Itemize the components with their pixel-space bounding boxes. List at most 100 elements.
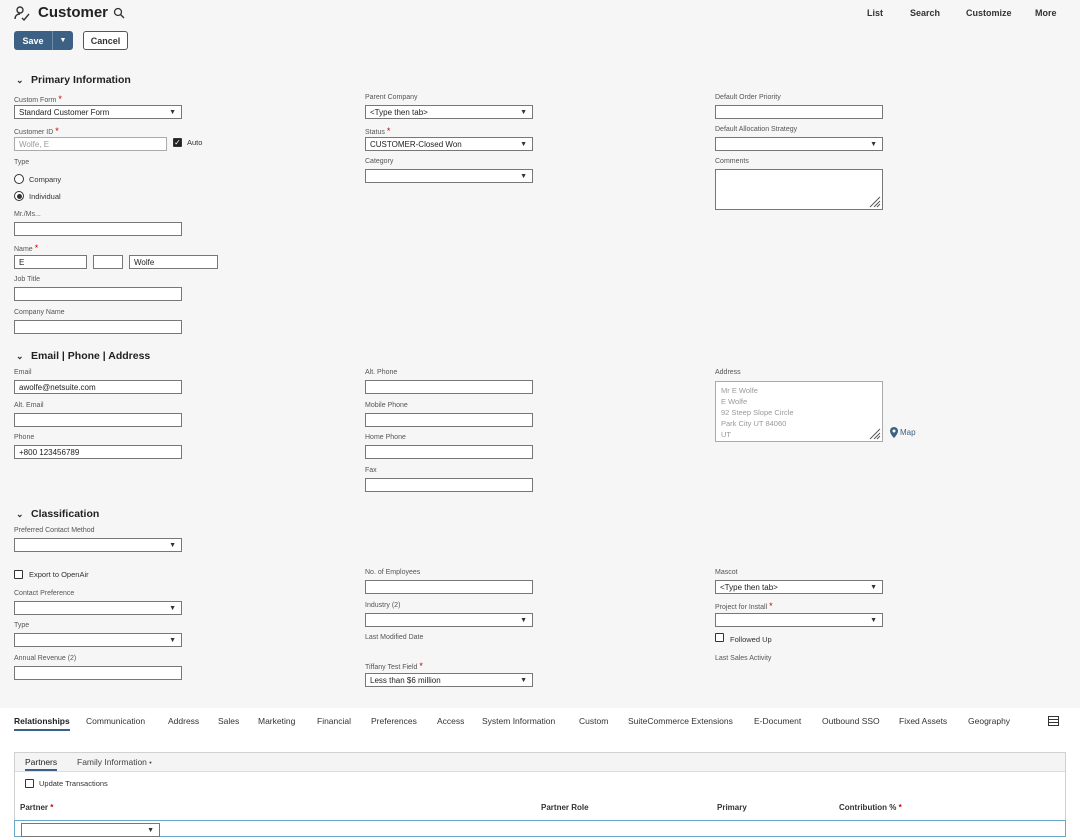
last-modified-label: Last Modified Date: [365, 634, 424, 641]
section-classification-title[interactable]: Classification: [31, 508, 99, 520]
mobile-phone-input[interactable]: [365, 413, 533, 427]
home-phone-input[interactable]: [365, 445, 533, 459]
type-company-radio[interactable]: [14, 174, 24, 184]
column-contribution: Contribution % *: [839, 803, 902, 812]
search-icon[interactable]: [113, 7, 125, 19]
last-sales-label: Last Sales Activity: [715, 655, 772, 662]
fax-label: Fax: [365, 467, 377, 474]
default-allocation-label: Default Allocation Strategy: [715, 126, 798, 133]
tab-preferences[interactable]: Preferences: [371, 716, 417, 726]
tab-layout-icon[interactable]: [1048, 716, 1059, 728]
default-order-priority-input[interactable]: [715, 105, 883, 119]
annual-revenue-label: Annual Revenue (2): [14, 655, 77, 662]
tab-marketing[interactable]: Marketing: [258, 716, 295, 726]
tab-suitecommerce-extensions[interactable]: SuiteCommerce Extensions: [628, 716, 733, 726]
salutation-input[interactable]: [14, 222, 182, 236]
followed-up-checkbox[interactable]: [715, 633, 724, 642]
save-options-dropdown[interactable]: ▼: [52, 31, 73, 50]
first-name-input[interactable]: E: [14, 255, 87, 269]
partner-select[interactable]: ▼: [21, 823, 160, 837]
cancel-button[interactable]: Cancel: [83, 31, 128, 50]
collapse-primary-icon[interactable]: ⌄: [16, 75, 24, 86]
collapse-contact-icon[interactable]: ⌄: [16, 351, 24, 362]
save-button[interactable]: Save: [14, 31, 52, 50]
email-input[interactable]: awolfe@netsuite.com: [14, 380, 182, 394]
tab-custom[interactable]: Custom: [579, 716, 608, 726]
fax-input[interactable]: [365, 478, 533, 492]
custom-form-select[interactable]: Standard Customer Form ▼: [14, 105, 182, 119]
last-name-input[interactable]: Wolfe: [129, 255, 218, 269]
update-transactions-checkbox[interactable]: [25, 779, 34, 788]
company-name-input[interactable]: [14, 320, 182, 334]
status-label: Status *: [365, 126, 391, 136]
chevron-down-icon: ▼: [147, 827, 154, 834]
tab-geography[interactable]: Geography: [968, 716, 1010, 726]
middle-name-input[interactable]: [93, 255, 123, 269]
tab-communication[interactable]: Communication: [86, 716, 145, 726]
alt-phone-label: Alt. Phone: [365, 369, 398, 376]
export-openair-checkbox[interactable]: [14, 570, 23, 579]
chevron-down-icon: ▼: [169, 109, 176, 116]
auto-checkbox[interactable]: ✓: [173, 138, 182, 147]
subtab-family-information[interactable]: Family Information •: [77, 757, 152, 767]
preferred-contact-select[interactable]: ▼: [14, 538, 182, 552]
tab-relationships[interactable]: Relationships: [14, 716, 70, 731]
address-line: 92 Steep Slope Circle: [721, 408, 794, 417]
mascot-select[interactable]: <Type then tab> ▼: [715, 580, 883, 594]
project-install-label: Project for Install *: [715, 601, 773, 611]
tab-address[interactable]: Address: [168, 716, 199, 726]
email-label: Email: [14, 369, 32, 376]
partner-edit-row[interactable]: [14, 820, 1066, 837]
alt-email-label: Alt. Email: [14, 402, 44, 409]
parent-company-label: Parent Company: [365, 94, 418, 101]
home-phone-label: Home Phone: [365, 434, 406, 441]
chevron-down-icon: ▼: [520, 677, 527, 684]
classification-type-label: Type: [14, 622, 30, 629]
address-textarea[interactable]: Mr E Wolfe E Wolfe 92 Steep Slope Circle…: [715, 381, 883, 442]
default-allocation-select[interactable]: ▼: [715, 137, 883, 151]
contact-preference-select[interactable]: ▼: [14, 601, 182, 615]
category-select[interactable]: ▼: [365, 169, 533, 183]
tiffany-label: Tiffany Test Field *: [365, 661, 423, 671]
annual-revenue-input[interactable]: [14, 666, 182, 680]
tiffany-select[interactable]: Less than $6 million ▼: [365, 673, 533, 687]
tab-financial[interactable]: Financial: [317, 716, 351, 726]
chevron-down-icon: ▼: [870, 141, 877, 148]
chevron-down-icon: ▼: [520, 109, 527, 116]
nav-list-link[interactable]: List: [867, 8, 883, 18]
tab-system-information[interactable]: System Information: [482, 716, 555, 726]
chevron-down-icon: ▼: [169, 637, 176, 644]
parent-company-select[interactable]: <Type then tab> ▼: [365, 105, 533, 119]
tab-fixed-assets[interactable]: Fixed Assets: [899, 716, 947, 726]
section-contact-title[interactable]: Email | Phone | Address: [31, 350, 150, 362]
column-partner-role: Partner Role: [541, 803, 589, 812]
project-install-select[interactable]: ▼: [715, 613, 883, 627]
type-label: Type: [14, 159, 30, 166]
alt-phone-input[interactable]: [365, 380, 533, 394]
nav-more-link[interactable]: More: [1035, 8, 1057, 18]
subtab-partners[interactable]: Partners: [25, 757, 58, 771]
industry-select[interactable]: ▼: [365, 613, 533, 627]
chevron-down-icon: ▼: [169, 542, 176, 549]
type-individual-radio[interactable]: [14, 191, 24, 201]
nav-search-link[interactable]: Search: [910, 8, 940, 18]
collapse-classification-icon[interactable]: ⌄: [16, 509, 24, 520]
alt-email-input[interactable]: [14, 413, 182, 427]
resize-handle-icon[interactable]: [867, 194, 881, 208]
tab-e-document[interactable]: E-Document: [754, 716, 801, 726]
customer-id-input[interactable]: Wolfe, E: [14, 137, 167, 151]
resize-handle-icon[interactable]: [867, 426, 881, 440]
category-label: Category: [365, 158, 394, 165]
classification-type-select[interactable]: ▼: [14, 633, 182, 647]
nav-customize-link[interactable]: Customize: [966, 8, 1012, 18]
phone-input[interactable]: +800 123456789: [14, 445, 182, 459]
status-select[interactable]: CUSTOMER-Closed Won ▼: [365, 137, 533, 151]
tab-outbound-sso[interactable]: Outbound SSO: [822, 716, 880, 726]
map-link[interactable]: Map: [890, 427, 916, 438]
employees-input[interactable]: [365, 580, 533, 594]
job-title-input[interactable]: [14, 287, 182, 301]
tab-sales[interactable]: Sales: [218, 716, 239, 726]
comments-textarea[interactable]: [715, 169, 883, 210]
section-primary-title[interactable]: Primary Information: [31, 74, 131, 86]
tab-access[interactable]: Access: [437, 716, 464, 726]
